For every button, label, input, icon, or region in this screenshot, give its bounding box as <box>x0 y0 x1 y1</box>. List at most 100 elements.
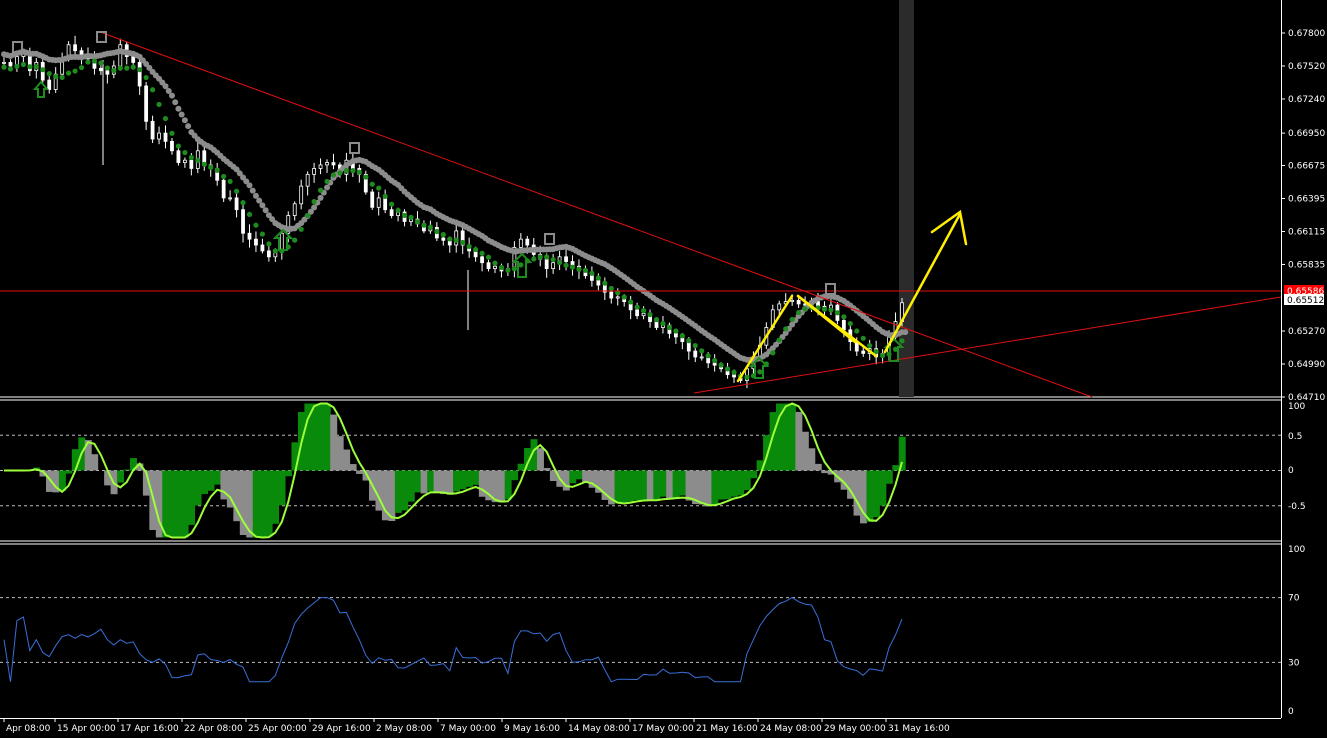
sell-marker <box>544 233 555 245</box>
osc-bar <box>853 470 861 516</box>
fast-ma-dot <box>802 306 808 312</box>
osc-bar <box>653 470 661 501</box>
slow-ma-dot <box>168 92 175 99</box>
candle-body <box>544 258 549 269</box>
candle-body <box>518 238 523 248</box>
fast-ma-dot <box>550 256 556 263</box>
fast-ma-dot <box>98 60 104 66</box>
candle-body <box>635 309 640 317</box>
fast-ma-dot <box>298 226 304 232</box>
fast-ma-dot <box>841 314 847 320</box>
osc-bar <box>394 470 402 513</box>
fast-ma-dot <box>369 181 375 187</box>
osc-bar <box>724 470 732 500</box>
osc-bar <box>633 470 641 501</box>
candle-body <box>292 203 297 216</box>
candle-body <box>157 132 161 140</box>
price-tick-label: 0.67240 <box>1288 95 1325 105</box>
candle-body <box>182 159 187 163</box>
candle-body <box>699 356 704 359</box>
fast-ma-dot <box>382 193 388 199</box>
osc-bar <box>407 470 415 502</box>
fast-ma-dot <box>492 260 498 266</box>
fast-ma-dot <box>408 214 414 220</box>
osc-bar <box>168 470 176 538</box>
osc-tick-label: -0.5 <box>1288 502 1306 512</box>
time-tick-label: 24 May 08:00 <box>760 724 822 734</box>
rsi-grid <box>0 597 1281 663</box>
osc-bar <box>737 470 745 496</box>
osc-bar <box>498 470 506 503</box>
fast-ma-dot <box>259 231 266 237</box>
rsi-tick-label: 70 <box>1288 594 1300 604</box>
osc-bar <box>472 470 480 485</box>
osc-bar <box>659 470 667 497</box>
fast-ma-dot <box>660 320 666 327</box>
osc-bar <box>704 470 712 507</box>
osc-bar <box>698 470 706 505</box>
rsi-tick-label: 0 <box>1288 707 1294 717</box>
osc-bar <box>788 403 796 471</box>
candle-body <box>318 164 323 169</box>
fast-ma-dot <box>427 224 433 230</box>
candle-body <box>615 296 620 299</box>
candle-body <box>260 244 265 252</box>
candle-body <box>150 120 155 140</box>
rsi-axis-labels: 100 70 30 0 <box>1288 545 1305 717</box>
fast-ma-dot <box>53 73 59 80</box>
osc-bar <box>427 470 435 492</box>
fast-ma-dot <box>576 266 582 272</box>
osc-bar <box>343 449 351 471</box>
price-tick-label: 0.67520 <box>1288 62 1325 72</box>
osc-bar <box>433 470 441 493</box>
osc-bar <box>323 403 331 471</box>
osc-bar <box>898 436 906 471</box>
osc-bar <box>517 463 525 471</box>
candle-body <box>241 209 245 234</box>
osc-bar <box>272 470 280 524</box>
fast-ma-dot <box>537 254 543 260</box>
fast-ma-dot <box>434 228 440 235</box>
osc-bar <box>640 470 648 500</box>
time-axis-labels: Apr 08:00 15 Apr 00:00 17 Apr 16:00 22 Apr … <box>3 718 950 734</box>
fast-ma-dot <box>214 167 220 173</box>
fast-ma-dot <box>757 369 763 375</box>
osc-bar <box>349 464 357 471</box>
fast-ma-dot <box>847 320 853 327</box>
rsi-tick-label: 30 <box>1288 658 1300 668</box>
candle-body <box>47 79 52 90</box>
candle-body <box>712 362 717 366</box>
osc-bar <box>620 470 628 503</box>
candle-body <box>312 168 317 175</box>
slow-ma-dot <box>172 99 179 106</box>
fast-ma-dot <box>595 275 601 281</box>
osc-bar <box>252 470 260 538</box>
price-tick-label: 0.64990 <box>1288 360 1325 370</box>
yellow-annotation-arrows[interactable] <box>736 209 968 383</box>
time-tick-label: 7 May 00:00 <box>440 724 496 734</box>
fast-ma-dot <box>227 178 233 185</box>
osc-bar <box>743 470 751 491</box>
fast-ma-dot <box>195 157 201 164</box>
slow-ma-dot <box>175 105 182 112</box>
osc-bar <box>575 470 583 480</box>
fast-ma-dot <box>72 68 78 74</box>
time-tick-label: 17 Apr 16:00 <box>120 724 179 734</box>
fast-ma-dot <box>556 259 563 266</box>
time-tick-label: 9 May 16:00 <box>504 724 560 734</box>
osc-bar <box>201 470 209 495</box>
sell-marker <box>349 142 360 154</box>
fast-ma-dot <box>466 243 472 250</box>
time-tick-label: 31 May 16:00 <box>888 724 950 734</box>
fast-ma-dot <box>266 241 272 247</box>
candle-body <box>254 238 258 246</box>
trading-chart: 0.65586 0.65512 0.678000.675200.672400.6… <box>0 0 1325 734</box>
fast-ma-dot <box>104 65 110 71</box>
candle-body <box>673 332 678 338</box>
time-tick-label: 14 May 08:00 <box>568 724 630 734</box>
candle-body <box>551 262 556 269</box>
candle-body <box>383 197 388 211</box>
fast-ma-dot <box>860 335 866 341</box>
fast-ma-dot <box>563 262 569 268</box>
fast-ma-dot <box>653 317 660 323</box>
